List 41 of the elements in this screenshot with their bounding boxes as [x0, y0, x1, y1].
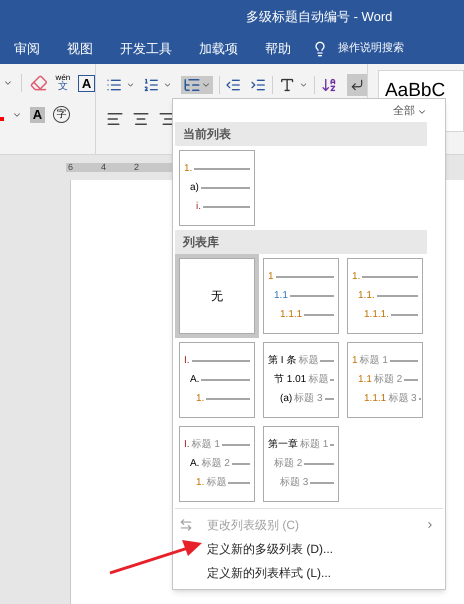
list-number: 1.1.1: [280, 310, 302, 320]
heading-label: 标题 3: [280, 478, 308, 488]
list-number: 1.1: [358, 375, 372, 385]
list-number: A.: [190, 375, 200, 385]
heading-label: 标题: [206, 478, 226, 488]
list-number: 1.: [196, 478, 204, 488]
list-number: 1.1.1: [364, 394, 386, 404]
list-number: 第 I 条: [268, 356, 296, 366]
window-title: 多级标题自动编号 - Word: [246, 8, 392, 26]
list-number: 1.: [196, 394, 204, 404]
heading-label: 标题 1: [192, 440, 220, 450]
heading-label: 标题 2: [374, 375, 402, 385]
list-number: a): [190, 183, 199, 193]
list-number: 1.1.: [358, 291, 375, 301]
heading-label: 标题 2: [201, 459, 230, 469]
list-number: 1.: [184, 164, 192, 174]
heading-label: 标题: [298, 356, 318, 366]
ruler-number: 4: [101, 163, 106, 172]
list-number: 1.1: [274, 291, 288, 301]
list-number: (a): [280, 394, 292, 404]
ruler-number: 2: [134, 163, 140, 172]
heading-label: 标题 3: [388, 394, 417, 404]
list-number: 1.1.1.: [364, 310, 390, 320]
list-number: A.: [190, 459, 200, 469]
list-number: 1: [268, 272, 274, 282]
section-header: 列表库: [175, 230, 427, 254]
list-number: 节 1.01: [274, 375, 306, 385]
section-header: 当前列表: [175, 122, 427, 146]
list-number: 1: [352, 356, 358, 366]
list-number: i.: [196, 202, 201, 212]
list-number: I.: [184, 356, 190, 366]
list-number: I.: [184, 440, 190, 450]
heading-label: 标题 1: [300, 440, 328, 450]
list-number: 1.: [352, 272, 360, 282]
list-number: 第一章: [268, 440, 298, 450]
heading-label: 标题 3: [294, 394, 323, 404]
heading-label: 标题 2: [274, 459, 302, 469]
ruler-number: 6: [68, 163, 74, 172]
style-preview: AaBbC: [385, 79, 446, 103]
heading-label: 标题: [308, 375, 328, 385]
heading-label: 标题 1: [360, 356, 388, 366]
